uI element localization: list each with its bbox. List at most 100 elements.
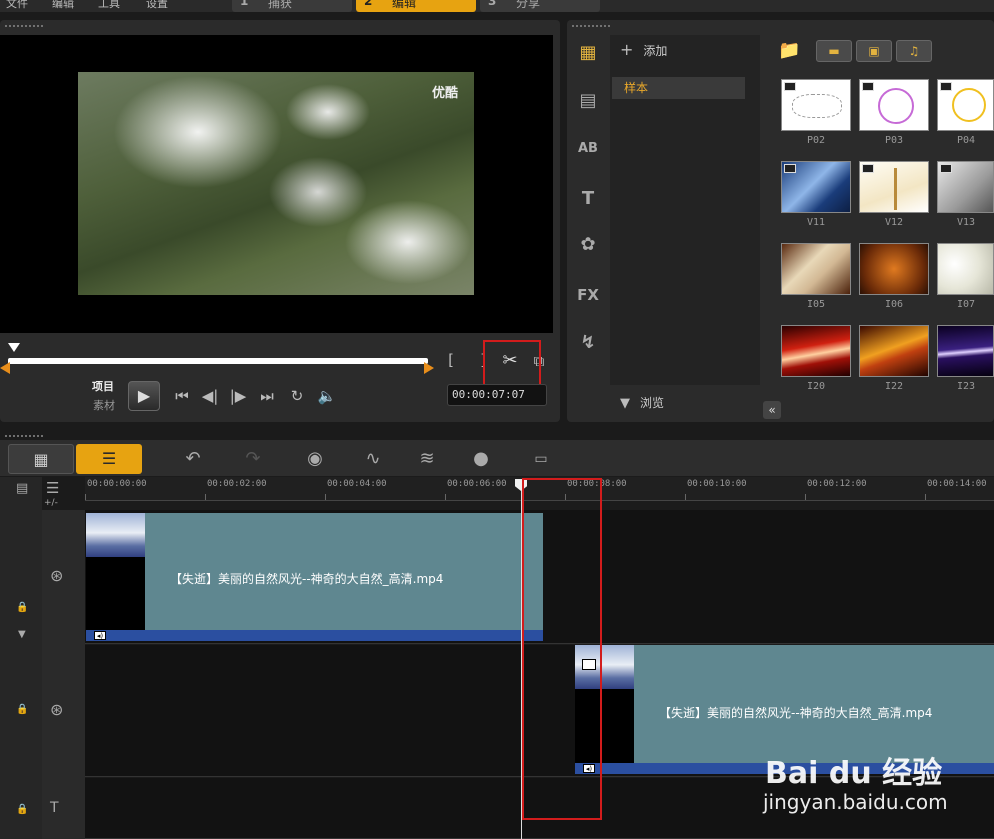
ruler-tick-label: 00:00:06:00 (447, 479, 507, 489)
flower-stem-art (894, 168, 897, 210)
step-tab-share[interactable]: 3 分享 (480, 0, 600, 12)
go-to-start-icon[interactable]: ⏮ (171, 386, 193, 406)
add-folder-button[interactable]: + 添加 (620, 40, 667, 59)
thumbnail-label: I07 (956, 299, 976, 310)
thumbnail-i06[interactable] (859, 243, 929, 295)
film-badge-icon (862, 164, 874, 173)
title-template-category-icon[interactable]: AB (574, 136, 602, 162)
film-badge-icon (940, 82, 952, 91)
thumbnail-p04[interactable] (937, 79, 994, 131)
redo-icon[interactable]: ↷ (240, 447, 266, 471)
volume-icon[interactable]: 🔈 (316, 386, 338, 406)
clip-audio-bar[interactable]: ◂) (86, 630, 543, 641)
show-video-filter-button[interactable]: ▬ (816, 40, 852, 62)
transition-category-icon[interactable]: ▤ (574, 88, 602, 114)
track-manager-icon[interactable]: ▤ (16, 481, 28, 496)
thumbnail-i23[interactable] (937, 325, 994, 377)
film-badge-icon (784, 164, 796, 173)
next-frame-icon[interactable]: |▶ (227, 386, 249, 406)
collapse-library-button[interactable]: « (763, 401, 781, 419)
thumbnail-label: V13 (956, 217, 976, 228)
timecode-field[interactable]: 00:00:07:07 (447, 384, 547, 406)
chapter-list-icon[interactable]: ☰ (46, 479, 59, 497)
thumbnail-i22[interactable] (859, 325, 929, 377)
record-capture-icon[interactable]: ◉ (302, 447, 328, 471)
title-track-icon[interactable]: T (50, 800, 59, 816)
ruler-tick (805, 494, 806, 500)
timeline-toolbar (0, 440, 994, 476)
thumbnail-p02[interactable] (781, 79, 851, 131)
graphic-category-icon[interactable]: ✿ (574, 232, 602, 258)
panel-grip[interactable] (4, 24, 44, 29)
video-clip-1[interactable]: 【失逝】美丽的自然风光--神奇的大自然_高清.mp4 (86, 513, 543, 631)
auto-music-icon[interactable]: ≋ (414, 447, 440, 471)
timeline-view-button[interactable]: ☰ (76, 444, 142, 474)
lock-icon[interactable]: 🔒 (16, 602, 28, 613)
thumbnail-v12[interactable] (859, 161, 929, 213)
thumbnail-label: I20 (806, 381, 826, 392)
thumbnail-v11[interactable] (781, 161, 851, 213)
open-folder-icon[interactable]: 📁 (778, 40, 800, 61)
path-category-icon[interactable]: ↯ (574, 330, 602, 356)
step-tab-edit[interactable]: 2 编辑 (356, 0, 476, 12)
ruler-tick (325, 494, 326, 500)
highlight-box-playhead (522, 478, 602, 820)
thumbnail-v13[interactable] (937, 161, 994, 213)
menu-tools[interactable]: 工具 (98, 0, 120, 11)
storyboard-view-button[interactable]: ▦ (8, 444, 74, 474)
lock-icon[interactable]: 🔒 (16, 804, 28, 815)
show-photo-filter-button[interactable]: ▣ (856, 40, 892, 62)
ruler-tick-label: 00:00:04:00 (327, 479, 387, 489)
speaker-icon: ◂) (94, 631, 106, 640)
video-frame: 优酷 (78, 72, 474, 295)
track-icons-column (42, 510, 85, 839)
expand-track-icon[interactable]: ▼ (18, 629, 26, 640)
media-category-icon[interactable]: ▦ (574, 40, 602, 66)
scrub-handle[interactable] (8, 343, 20, 352)
baidu-watermark: Bai du 经验 (765, 756, 943, 791)
film-badge-icon (862, 82, 874, 91)
thumbnail-i05[interactable] (781, 243, 851, 295)
browse-button[interactable]: ▼ 浏览 (620, 394, 664, 411)
go-to-end-icon[interactable]: ⏭ (256, 386, 278, 406)
scrub-bar[interactable] (8, 358, 428, 364)
show-audio-filter-button[interactable]: ♫ (896, 40, 932, 62)
video-clip-2[interactable]: 【失逝】美丽的自然风光--神奇的大自然_高清.mp4 (575, 645, 994, 763)
mode-project-label[interactable]: 项目 (92, 378, 114, 394)
repeat-icon[interactable]: ↻ (286, 386, 308, 406)
menu-edit[interactable]: 编辑 (52, 0, 74, 11)
clip-thumbnail-image (86, 513, 145, 557)
filter-fx-category-icon[interactable]: FX (574, 282, 602, 308)
play-button[interactable]: ▶ (128, 381, 160, 411)
undo-icon[interactable]: ↶ (180, 447, 206, 471)
panel-grip[interactable] (4, 434, 44, 439)
ruler-tick-label: 00:00:12:00 (807, 479, 867, 489)
step-tab-capture[interactable]: 1 捕获 (232, 0, 352, 12)
lock-icon[interactable]: 🔒 (16, 704, 28, 715)
overlay-track-icon[interactable]: ⊛ (50, 700, 63, 719)
thumbnail-label: P02 (806, 135, 826, 146)
thumbnail-i07[interactable] (937, 243, 994, 295)
sun-drawing-art (952, 88, 986, 122)
video-track-icon[interactable]: ⊛ (50, 566, 63, 585)
subtitle-editor-icon[interactable]: ▭ (528, 447, 554, 471)
ruler-tick-label: 00:00:10:00 (687, 479, 747, 489)
previous-frame-icon[interactable]: ◀| (199, 386, 221, 406)
cartoon-face-art (878, 88, 914, 124)
menu-file[interactable]: 文件 (6, 0, 28, 11)
mark-in-button[interactable]: [ (444, 350, 458, 370)
zoom-control[interactable]: +/- (44, 498, 58, 508)
sound-mixer-icon[interactable]: ∿ (360, 447, 386, 471)
thumbnail-p03[interactable] (859, 79, 929, 131)
title-category-icon[interactable]: T (574, 186, 602, 212)
thumbnail-label: P03 (884, 135, 904, 146)
thumbnail-i20[interactable] (781, 325, 851, 377)
browse-folder-icon: ▼ (620, 396, 630, 411)
menu-settings[interactable]: 设置 (146, 0, 168, 11)
folder-item-sample[interactable]: 样本 (612, 77, 745, 99)
film-badge-icon (940, 164, 952, 173)
mode-clip-label[interactable]: 素材 (93, 397, 115, 413)
panel-grip[interactable] (571, 24, 611, 29)
thumbnail-label: I05 (806, 299, 826, 310)
motion-tracking-icon[interactable]: ● (468, 447, 494, 471)
